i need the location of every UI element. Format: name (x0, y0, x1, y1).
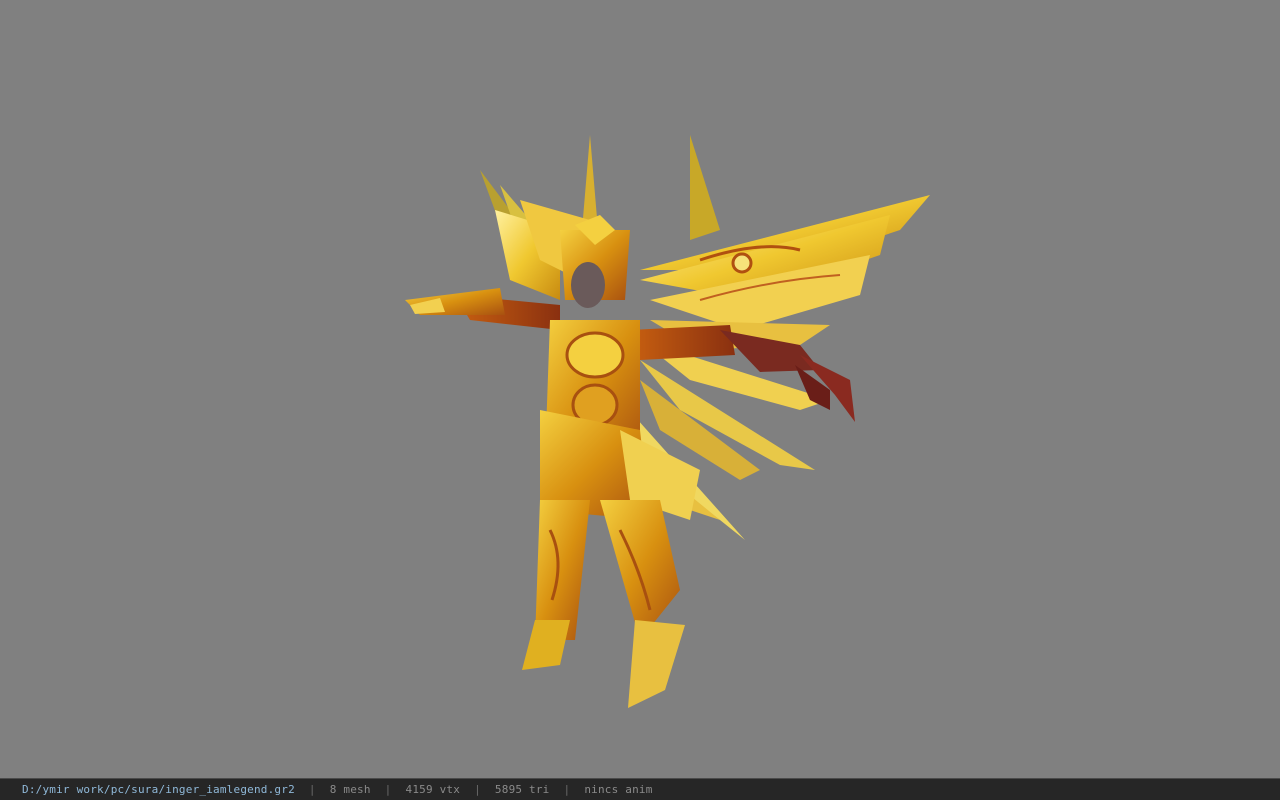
left-arm (405, 288, 560, 330)
legs (522, 500, 685, 708)
separator: | (474, 783, 481, 796)
vertex-count: 4159 vtx (405, 783, 461, 796)
separator: | (308, 783, 316, 796)
separator: | (384, 783, 392, 796)
armored-character-model (405, 135, 930, 708)
animation-status: nincs anim (584, 783, 653, 796)
triangle-count: 5895 tri (494, 783, 550, 796)
file-path: D:/ymir work/pc/sura/inger_iamlegend.gr2 (22, 783, 295, 796)
separator: | (563, 783, 571, 796)
mesh-count: 8 mesh (329, 783, 371, 796)
status-bar: D:/ymir work/pc/sura/inger_iamlegend.gr2… (0, 778, 1280, 800)
3d-viewport[interactable] (0, 0, 1280, 778)
